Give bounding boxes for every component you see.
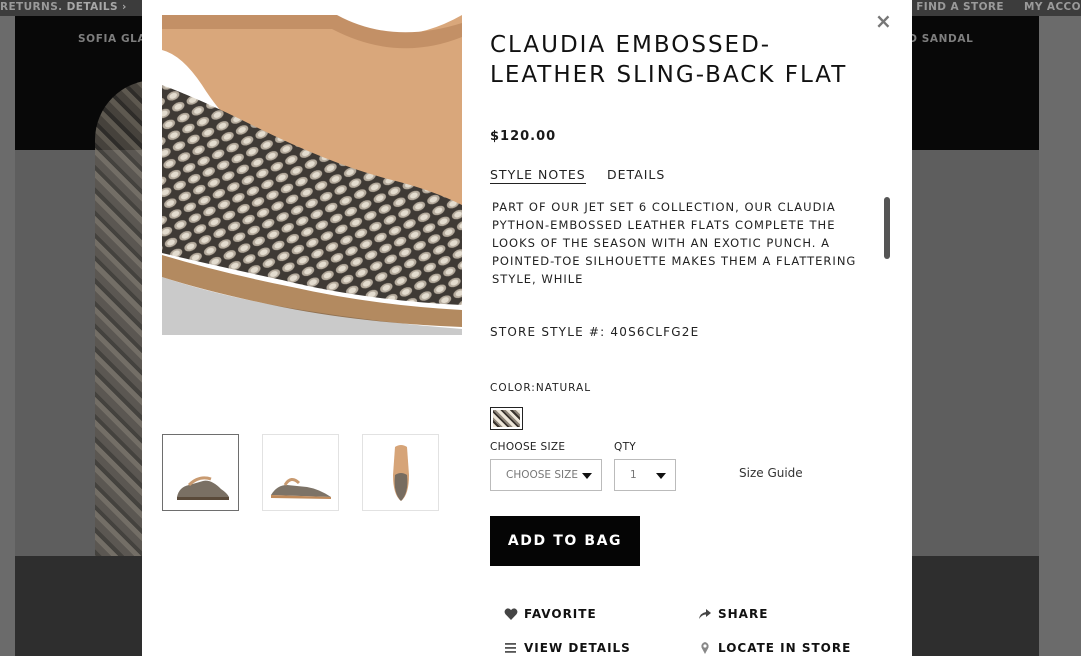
product-title: CLAUDIA EMBOSSED-LEATHER SLING-BACK FLAT xyxy=(490,32,848,88)
close-icon[interactable]: × xyxy=(875,9,892,33)
qty-label: QTY xyxy=(614,441,636,453)
description-scrollbar[interactable] xyxy=(884,197,890,259)
favorite-label: FAVORITE xyxy=(524,607,597,621)
size-label: CHOOSE SIZE xyxy=(490,441,566,453)
tab-style-notes[interactable]: STYLE NOTES xyxy=(490,167,586,184)
product-description: PART OF OUR JET SET 6 COLLECTION, OUR CL… xyxy=(492,200,857,286)
color-swatch-natural[interactable] xyxy=(490,407,523,430)
size-guide-link[interactable]: Size Guide xyxy=(739,466,803,480)
view-details-label: VIEW DETAILS xyxy=(524,641,631,655)
favorite-button[interactable]: FAVORITE xyxy=(504,607,597,621)
map-pin-icon xyxy=(698,641,712,655)
caret-down-icon xyxy=(656,473,666,479)
size-select-value: CHOOSE SIZE xyxy=(506,469,578,481)
share-button[interactable]: SHARE xyxy=(698,607,768,621)
product-price: $120.00 xyxy=(490,129,557,144)
thumbnail-side[interactable] xyxy=(162,434,239,511)
caret-down-icon xyxy=(582,473,592,479)
qty-select[interactable]: 1 xyxy=(614,459,676,491)
locate-in-store-label: LOCATE IN STORE xyxy=(718,641,852,655)
thumbnail-top[interactable] xyxy=(362,434,439,511)
product-main-image xyxy=(162,15,462,335)
my-account-link[interactable]: MY ACCO xyxy=(1024,1,1081,13)
returns-text: RETURNS. xyxy=(0,1,63,13)
view-details-button[interactable]: VIEW DETAILS xyxy=(504,641,631,655)
tab-details[interactable]: DETAILS xyxy=(607,167,665,182)
size-select[interactable]: CHOOSE SIZE xyxy=(490,459,602,491)
heart-icon xyxy=(504,607,518,621)
store-style-number: STORE STYLE #: 40S6CLFG2E xyxy=(490,325,700,339)
find-a-store-link[interactable]: FIND A STORE xyxy=(916,1,1004,13)
list-icon xyxy=(504,641,518,655)
quick-view-modal: × CLAUDIA EMBOSSED-LEATHER SLING-BACK FL… xyxy=(142,0,912,656)
thumbnail-profile[interactable] xyxy=(262,434,339,511)
add-to-bag-button[interactable]: ADD TO BAG xyxy=(490,516,640,566)
details-link[interactable]: DETAILS › xyxy=(67,1,127,13)
nav-item-sofia: SOFIA GLA xyxy=(78,33,147,45)
qty-select-value: 1 xyxy=(630,469,637,481)
share-arrow-icon xyxy=(698,607,712,621)
share-label: SHARE xyxy=(718,607,769,621)
locate-in-store-button[interactable]: LOCATE IN STORE xyxy=(698,641,851,655)
color-label: COLOR:NATURAL xyxy=(490,382,592,394)
